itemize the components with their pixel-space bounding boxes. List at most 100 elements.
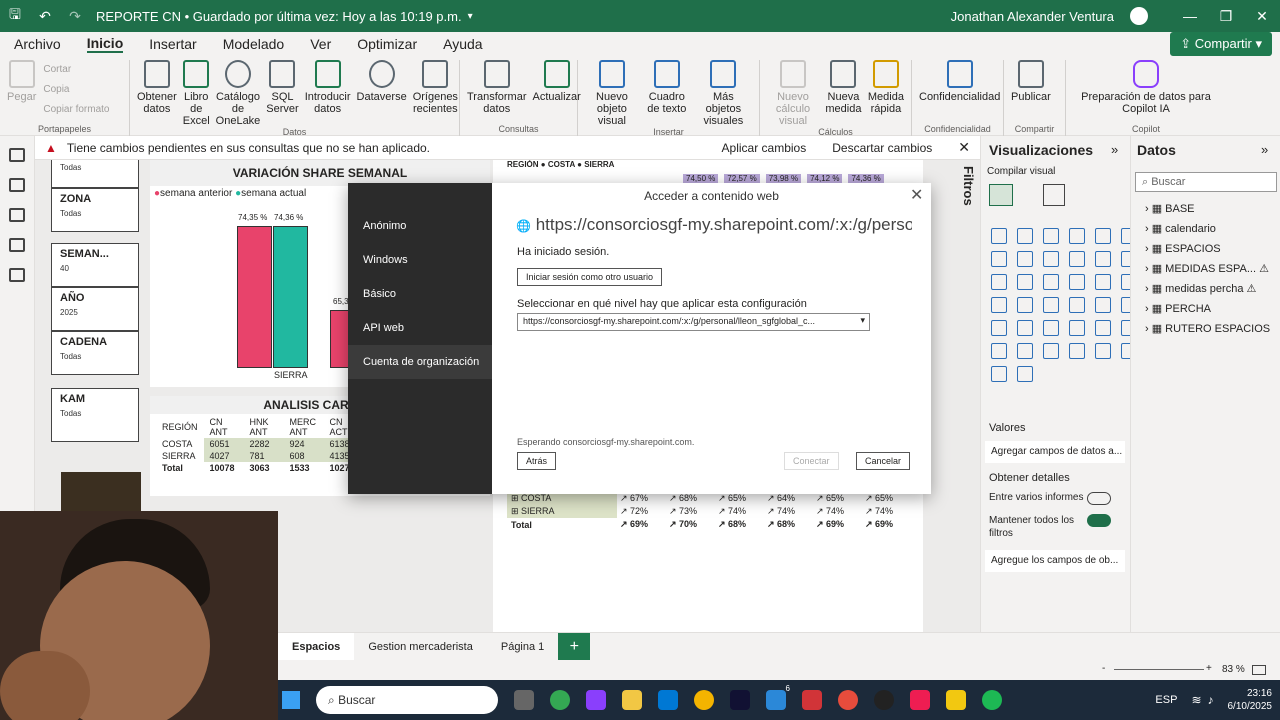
slicer-value[interactable]: 40 [52, 262, 138, 275]
connect-button[interactable]: Conectar [784, 452, 839, 470]
volume-icon[interactable]: ♪ [1208, 693, 1214, 707]
filters-tab[interactable]: Filtros [958, 166, 976, 226]
visual-type-icon[interactable] [1043, 320, 1059, 336]
app-red-icon[interactable] [802, 690, 822, 710]
menu-ayuda[interactable]: Ayuda [443, 36, 482, 52]
visual-type-icon[interactable] [1017, 274, 1033, 290]
wifi-icon[interactable]: ≋ [1191, 693, 1201, 707]
data-table-item[interactable]: › ▦ medidas percha ⚠ [1131, 279, 1280, 299]
windows-start-icon[interactable] [282, 691, 300, 709]
file-explorer-icon[interactable] [622, 690, 642, 710]
table-row[interactable]: Total ↗ 69% ↗ 70% ↗ 68% ↗ 68% ↗ 69% ↗ 69% [507, 518, 911, 531]
powerbi-icon[interactable] [946, 690, 966, 710]
visual-type-icon[interactable] [991, 297, 1007, 313]
copy-button[interactable]: Copia [43, 80, 109, 100]
visual-type-icon[interactable] [1095, 228, 1111, 244]
bar-semana-actual[interactable] [273, 226, 308, 368]
add-page-button[interactable]: + [558, 633, 591, 660]
level-select[interactable]: https://consorciosgf-my.sharepoint.com/:… [517, 313, 870, 331]
dax-query-icon[interactable] [9, 238, 25, 252]
visual-type-icon[interactable] [1095, 343, 1111, 359]
nav-anonimo[interactable]: Anónimo [348, 209, 492, 243]
collapse-icon[interactable]: » [1111, 142, 1118, 157]
taskview-icon[interactable] [514, 690, 534, 710]
visual-type-icon[interactable] [991, 251, 1007, 267]
format-visual-icon[interactable] [1043, 184, 1065, 206]
zoom-plus-icon[interactable]: + [1206, 663, 1212, 674]
signin-other-button[interactable]: Iniciar sesión como otro usuario [517, 268, 663, 286]
chevron-down-icon[interactable]: ▾ [468, 11, 473, 22]
refresh-button[interactable]: Actualizar [530, 60, 584, 124]
visual-type-icon[interactable] [1069, 251, 1085, 267]
menu-inicio[interactable]: Inicio [86, 35, 124, 53]
dataverse-button[interactable]: Dataverse [354, 60, 410, 127]
slicer-cadena[interactable]: CADENA Todas [51, 331, 139, 375]
visual-type-icon[interactable] [1043, 251, 1059, 267]
publish-button[interactable]: Publicar [1008, 60, 1054, 124]
excel-button[interactable]: Libro de Excel [180, 60, 213, 127]
slicer-kam[interactable]: KAM Todas [51, 388, 139, 442]
visual-type-icon[interactable] [1043, 228, 1059, 244]
nav-cuenta-organizacion[interactable]: Cuenta de organización [348, 345, 492, 379]
data-table-item[interactable]: › ▦ RUTERO ESPACIOS [1131, 319, 1280, 339]
text-box-button[interactable]: Cuadro de texto [642, 60, 692, 127]
visual-type-icon[interactable] [991, 274, 1007, 290]
visual-type-icon[interactable] [991, 320, 1007, 336]
close-icon[interactable]: ✕ [1244, 8, 1280, 25]
values-well[interactable]: Agregar campos de datos a... [985, 441, 1125, 463]
visual-type-icon[interactable] [1043, 297, 1059, 313]
tab-espacios[interactable]: Espacios [278, 633, 355, 660]
data-table-item[interactable]: › ▦ calendario [1131, 219, 1280, 239]
tray-lang[interactable]: ESP [1155, 694, 1177, 706]
collapse-icon[interactable]: » [1261, 142, 1268, 157]
slicer-value[interactable]: Todas [52, 350, 138, 363]
slicer-zona[interactable]: ZONA Todas [51, 188, 139, 232]
visual-type-icon[interactable] [1017, 343, 1033, 359]
visual-type-icon[interactable] [991, 228, 1007, 244]
visual-type-icon[interactable] [1095, 251, 1111, 267]
table-view-icon[interactable] [9, 178, 25, 192]
save-icon[interactable]: 🖫 [0, 4, 30, 28]
slicer-value[interactable]: Todas [52, 407, 138, 420]
keep-filters-toggle[interactable] [1087, 514, 1111, 527]
visual-type-icon[interactable] [1069, 228, 1085, 244]
data-table-item[interactable]: › ▦ MEDIDAS ESPA... ⚠ [1131, 259, 1280, 279]
fit-page-icon[interactable] [1252, 665, 1266, 675]
apply-changes-button[interactable]: Aplicar cambios [718, 139, 811, 157]
taskbar-search[interactable]: ⌕ Buscar [316, 686, 498, 714]
zoom-minus-icon[interactable]: - [1102, 663, 1105, 674]
data-table-item[interactable]: › ▦ PERCHA [1131, 299, 1280, 319]
table-row[interactable]: SIERRA 4027 781 608 4135 [156, 450, 364, 462]
new-visual-button[interactable]: Nuevo objeto visual [582, 60, 642, 127]
store-icon[interactable] [658, 690, 678, 710]
slicer-semana[interactable]: SEMAN... 40 [51, 243, 139, 287]
table-row[interactable]: COSTA 6051 2282 924 6138 [156, 438, 364, 450]
slicer-ano[interactable]: AÑO 2025 [51, 287, 139, 331]
zoom-slider[interactable] [1114, 669, 1204, 670]
visual-type-icon[interactable] [1069, 320, 1085, 336]
disney-icon[interactable] [730, 690, 750, 710]
discard-changes-button[interactable]: Descartar cambios [828, 139, 936, 157]
copilot-icon[interactable] [586, 690, 606, 710]
visual-type-icon[interactable] [991, 366, 1007, 382]
cancel-button[interactable]: Cancelar [856, 452, 911, 470]
visual-type-icon[interactable] [1095, 320, 1111, 336]
share-button[interactable]: ⇪ Compartir ▾ [1170, 32, 1272, 56]
clock[interactable]: 23:16 6/10/2025 [1228, 687, 1273, 713]
visual-calc-button[interactable]: Nuevo cálculo visual [764, 60, 822, 127]
table-row[interactable]: ⊞ SIERRA ↗ 72% ↗ 73% ↗ 74% ↗ 74% ↗ 74% ↗ 74% [507, 505, 911, 518]
data-search-input[interactable]: ⌕ Buscar [1135, 172, 1277, 192]
tiktok-icon[interactable] [910, 690, 930, 710]
window-title[interactable]: REPORTE CN • Guardado por última vez: Ho… [96, 9, 462, 24]
github-icon[interactable] [874, 690, 894, 710]
visual-type-icon[interactable] [1095, 297, 1111, 313]
visual-type-icon[interactable] [1069, 297, 1085, 313]
browser-icon[interactable] [694, 690, 714, 710]
spotify-icon[interactable] [982, 690, 1002, 710]
sensitivity-button[interactable]: Confidencialidad [916, 60, 1003, 124]
model-view-icon[interactable] [9, 208, 25, 222]
table-row[interactable]: Total 10078 3063 1533 10273 [156, 462, 364, 474]
visual-type-icon[interactable] [1095, 274, 1111, 290]
visual-type-icon[interactable] [1017, 320, 1033, 336]
quick-measure-button[interactable]: Medida rápida [865, 60, 907, 127]
